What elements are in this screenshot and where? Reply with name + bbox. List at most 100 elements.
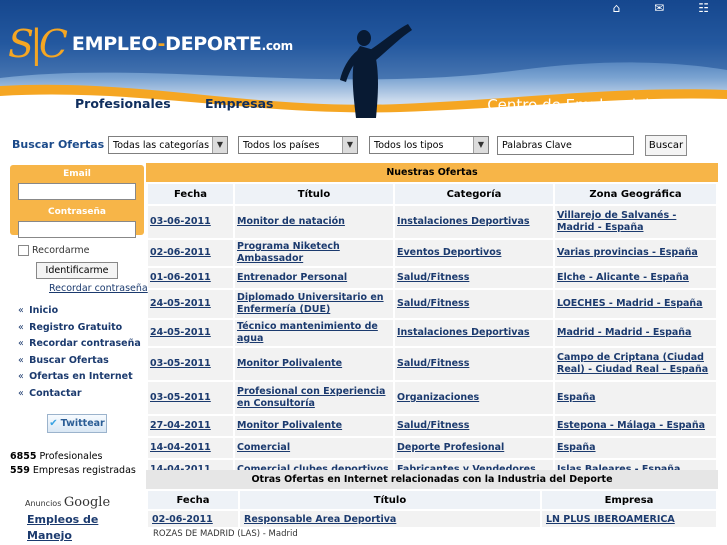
offer-category[interactable]: Eventos Deportivos — [395, 240, 553, 266]
menu-item-internet[interactable]: « Ofertas en Internet — [18, 371, 141, 388]
site-header: ⌂ ✉ ☷ S|C EMPLEO-DEPORTE.com Profesional… — [0, 0, 727, 125]
password-field[interactable] — [18, 221, 136, 238]
col-fecha: Fecha — [148, 491, 238, 509]
internet-header-row: Fecha Título Empresa — [148, 491, 716, 509]
col-zona: Zona Geográfica — [555, 184, 716, 204]
category-select[interactable]: Todas las categorías ▼ — [108, 136, 228, 154]
offer-date[interactable]: 03-05-2011 — [148, 348, 233, 380]
chevron-down-icon: ▼ — [212, 137, 227, 153]
offer-category[interactable]: Salud/Fitness — [395, 348, 553, 380]
offer-title[interactable]: Entrenador Personal — [235, 268, 393, 288]
side-menu: « Inicio « Registro Gratuito « Recordar … — [18, 305, 141, 404]
password-label: Contraseña — [48, 207, 106, 217]
offer-zone[interactable]: Madrid - Madrid - España — [555, 320, 716, 346]
table-row: 03-05-2011 Monitor Polivalente Salud/Fitne… — [148, 348, 716, 380]
offer-category[interactable]: Salud/Fitness — [395, 416, 553, 436]
login-button[interactable]: Identificarme — [36, 262, 118, 279]
internet-offers-table: Fecha Título Empresa 02-06-2011 Responsa… — [146, 489, 718, 529]
menu-item-buscar[interactable]: « Buscar Ofertas — [18, 355, 141, 372]
offer-date[interactable]: 02-06-2011 — [148, 511, 238, 527]
offer-zone[interactable]: España — [555, 438, 716, 458]
table-row: 02-06-2011 Programa Niketech Ambassador Ev… — [148, 240, 716, 266]
chevron-down-icon: ▼ — [473, 137, 488, 153]
tweet-button[interactable]: ✔ Twittear — [47, 414, 107, 433]
offer-zone[interactable]: Villarejo de Salvanés - Madrid - España — [555, 206, 716, 238]
logo-mark: S|C — [8, 22, 68, 66]
menu-item-registro[interactable]: « Registro Gratuito — [18, 322, 141, 339]
offer-date[interactable]: 02-06-2011 — [148, 240, 233, 266]
offer-title[interactable]: Técnico mantenimiento de agua — [235, 320, 393, 346]
offer-category[interactable]: Salud/Fitness — [395, 268, 553, 288]
offer-title[interactable]: Responsable Area Deportiva — [240, 511, 540, 527]
table-row: 02-06-2011 Responsable Area Deportiva LN… — [148, 511, 716, 527]
top-icon-bar: ⌂ ✉ ☷ — [613, 1, 709, 15]
offer-title[interactable]: Monitor de natación — [235, 206, 393, 238]
col-fecha: Fecha — [148, 184, 233, 204]
offer-date[interactable]: 03-06-2011 — [148, 206, 233, 238]
offer-title[interactable]: Diplomado Universitario en Enfermería (D… — [235, 290, 393, 318]
offer-date[interactable]: 03-05-2011 — [148, 382, 233, 414]
col-titulo: Título — [240, 491, 540, 509]
tab-empresas[interactable]: Empresas — [205, 96, 273, 118]
offer-zone[interactable]: Elche - Alicante - España — [555, 268, 716, 288]
tab-profesionales[interactable]: Profesionales — [75, 96, 171, 118]
offer-date[interactable]: 24-05-2011 — [148, 320, 233, 346]
internet-offers-section: Otras Ofertas en Internet relacionadas c… — [146, 470, 718, 543]
offer-zone[interactable]: LOECHES - Madrid - España — [555, 290, 716, 318]
offer-title[interactable]: Comercial — [235, 438, 393, 458]
table-row: 14-04-2011 Comercial Deporte Profesional Es… — [148, 438, 716, 458]
offer-title[interactable]: Monitor Polivalente — [235, 348, 393, 380]
table-row: 03-05-2011 Profesional con Experiencia en… — [148, 382, 716, 414]
offer-title[interactable]: Monitor Polivalente — [235, 416, 393, 436]
country-select[interactable]: Todos los países ▼ — [238, 136, 358, 154]
offer-zone[interactable]: Estepona - Málaga - España — [555, 416, 716, 436]
type-select[interactable]: Todos los tipos ▼ — [369, 136, 489, 154]
twitter-bird-icon: ✔ — [49, 418, 58, 429]
sitemap-icon[interactable]: ☷ — [698, 1, 709, 15]
email-label: Email — [63, 169, 91, 179]
remember-me[interactable]: Recordarme — [18, 245, 89, 256]
table-row: 24-05-2011 Técnico mantenimiento de agua I… — [148, 320, 716, 346]
offer-category[interactable]: Organizaciones — [395, 382, 553, 414]
offer-zone[interactable]: España — [555, 382, 716, 414]
recover-password-link[interactable]: Recordar contraseña — [49, 283, 148, 294]
offer-date[interactable]: 01-06-2011 — [148, 268, 233, 288]
email-field[interactable] — [18, 183, 136, 200]
offer-company[interactable]: LN PLUS IBEROAMERICA — [542, 511, 716, 527]
ads-by-google: Anuncios Google — [25, 495, 111, 510]
athlete-silhouette — [340, 24, 412, 118]
mail-icon[interactable]: ✉ — [654, 1, 664, 15]
chevron-down-icon: ▼ — [342, 137, 357, 153]
logo-text: EMPLEO-DEPORTE.com — [71, 33, 293, 55]
offer-zone[interactable]: Varias provincias - España — [555, 240, 716, 266]
offer-category[interactable]: Salud/Fitness — [395, 290, 553, 318]
remember-checkbox[interactable] — [18, 245, 29, 256]
col-titulo: Título — [235, 184, 393, 204]
offer-date[interactable]: 24-05-2011 — [148, 290, 233, 318]
search-button[interactable]: Buscar — [645, 135, 687, 156]
table-row: 27-04-2011 Monitor Polivalente Salud/Fitne… — [148, 416, 716, 436]
site-logo[interactable]: S|C EMPLEO-DEPORTE.com — [8, 22, 293, 66]
offers-table: Fecha Título Categoría Zona Geográfica 0… — [146, 182, 718, 482]
home-icon[interactable]: ⌂ — [613, 1, 621, 15]
menu-item-contactar[interactable]: « Contactar — [18, 388, 141, 405]
offers-header-row: Fecha Título Categoría Zona Geográfica — [148, 184, 716, 204]
offer-zone[interactable]: Campo de Criptana (Ciudad Real) - Ciudad… — [555, 348, 716, 380]
menu-item-inicio[interactable]: « Inicio — [18, 305, 141, 322]
menu-item-recordar[interactable]: « Recordar contraseña — [18, 338, 141, 355]
offer-location: ROZAS DE MADRID (LAS) - Madrid — [153, 529, 298, 539]
table-row: 24-05-2011 Diplomado Universitario en Enf… — [148, 290, 716, 318]
internet-offers-title: Otras Ofertas en Internet relacionadas c… — [146, 470, 718, 489]
offer-category[interactable]: Instalaciones Deportivas — [395, 320, 553, 346]
ad-link[interactable]: Empleos de Manejo — [27, 512, 127, 544]
offer-date[interactable]: 14-04-2011 — [148, 438, 233, 458]
search-label: Buscar Ofertas — [12, 138, 105, 151]
offers-section: Nuestras Ofertas Fecha Título Categoría … — [146, 163, 718, 482]
offer-title[interactable]: Profesional con Experiencia en Consultor… — [235, 382, 393, 414]
offer-date[interactable]: 27-04-2011 — [148, 416, 233, 436]
col-categoria: Categoría — [395, 184, 553, 204]
offer-category[interactable]: Deporte Profesional — [395, 438, 553, 458]
offer-category[interactable]: Instalaciones Deportivas — [395, 206, 553, 238]
keywords-input[interactable] — [497, 136, 634, 155]
offer-title[interactable]: Programa Niketech Ambassador — [235, 240, 393, 266]
